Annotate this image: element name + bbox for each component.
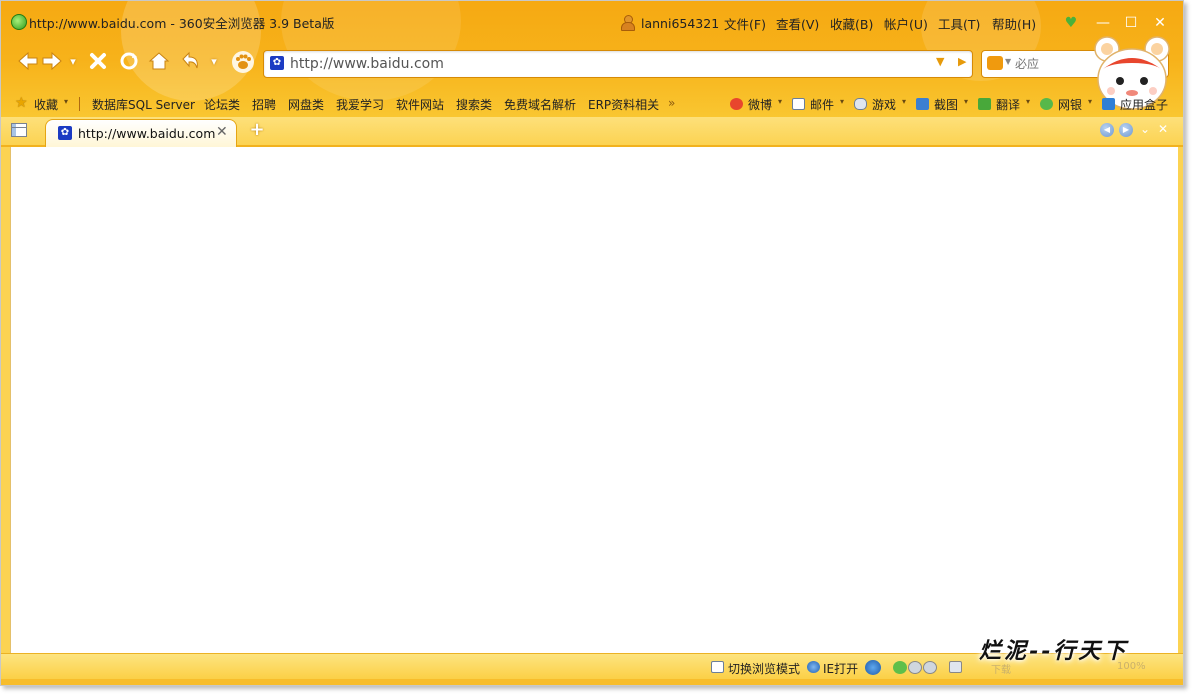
bookmark-item[interactable]: 数据库SQL Server [92, 96, 195, 113]
ie-open-button[interactable]: IE打开 [823, 660, 858, 677]
dropdown-icon[interactable]: ▾ [1088, 97, 1092, 106]
browser-logo-icon [11, 14, 27, 30]
minimize-button[interactable]: — [1095, 15, 1111, 31]
tool-ebank[interactable]: 网银 [1058, 96, 1082, 113]
ie-icon [807, 661, 820, 673]
undo-dropdown-icon[interactable]: ▾ [207, 50, 221, 74]
go-icon[interactable]: ▶ [958, 55, 966, 68]
tab-active[interactable]: ✿ http://www.baidu.com ✕ [45, 119, 237, 147]
sidebar-toggle-icon[interactable] [11, 123, 27, 137]
divider [79, 97, 80, 111]
dropdown-icon[interactable]: ▾ [902, 97, 906, 106]
new-tab-button[interactable]: + [249, 121, 265, 139]
tool-weibo[interactable]: 微博 [748, 96, 772, 113]
dropdown-icon[interactable]: ▾ [1026, 97, 1030, 106]
user-icon[interactable] [621, 15, 635, 31]
engine-dropdown-icon[interactable]: ▼ [1005, 57, 1011, 66]
home-icon [148, 52, 170, 70]
bookmark-item[interactable]: 网盘类 [288, 96, 324, 113]
tab-scroll-right-icon[interactable]: ▶ [1119, 123, 1133, 137]
tool-games[interactable]: 游戏 [872, 96, 896, 113]
baidu-favicon-icon: ✿ [270, 56, 284, 70]
favorites-menu[interactable]: 收藏 [34, 96, 58, 113]
close-button[interactable]: ✕ [1152, 15, 1168, 31]
tab-close-icon[interactable]: ✕ [216, 124, 228, 140]
stop-icon [90, 53, 106, 69]
forward-arrow-icon [42, 51, 62, 71]
left-border [1, 147, 10, 653]
back-button[interactable] [17, 50, 39, 74]
folder-icon [711, 661, 724, 673]
tool-mail[interactable]: 邮件 [810, 96, 834, 113]
refresh-icon [120, 52, 138, 70]
url-dropdown-icon[interactable]: ▼ [936, 55, 944, 68]
app-box-icon [1102, 98, 1115, 110]
tab-close-all-icon[interactable]: ✕ [1158, 122, 1168, 136]
menu-view[interactable]: 查看(V) [776, 14, 819, 33]
baidu-favicon-icon: ✿ [58, 126, 72, 140]
undo-icon [182, 51, 198, 69]
bookmark-item[interactable]: 论坛类 [204, 96, 240, 113]
menu-favorites[interactable]: 收藏(B) [830, 14, 873, 33]
tool-app-box[interactable]: 应用盒子 [1120, 96, 1168, 113]
maximize-button[interactable]: ☐ [1123, 15, 1139, 31]
monitor-icon[interactable] [949, 661, 962, 673]
bookmark-item[interactable]: 软件网站 [396, 96, 444, 113]
tab-scroll-left-icon[interactable]: ◀ [1100, 123, 1114, 137]
menu-help[interactable]: 帮助(H) [992, 14, 1036, 33]
back-arrow-icon [18, 51, 38, 71]
bookmark-item[interactable]: 免费域名解析 [504, 96, 576, 113]
window-title: http://www.baidu.com - 360安全浏览器 3.9 Beta… [29, 16, 335, 31]
username[interactable]: lanni654321 [641, 16, 719, 31]
watermark-text: 烂泥--行天下 [979, 638, 1129, 664]
menu-tools[interactable]: 工具(T) [938, 14, 980, 33]
bottom-border [1, 679, 1183, 685]
tool-translate[interactable]: 翻译 [996, 96, 1020, 113]
refresh-button[interactable] [118, 50, 140, 74]
bookmark-item[interactable]: ERP资料相关 [588, 96, 659, 113]
translate-icon [978, 98, 991, 110]
url-input[interactable] [290, 55, 890, 73]
stop-button[interactable] [87, 50, 109, 74]
forward-button[interactable] [41, 50, 63, 74]
bookmarks-more-button[interactable]: » [668, 96, 675, 110]
menu-file[interactable]: 文件(F) [724, 14, 766, 33]
tab-title: http://www.baidu.com [78, 126, 216, 141]
security-icon[interactable] [865, 660, 881, 675]
tab-list-icon[interactable]: ⌄ [1140, 122, 1150, 136]
tool-screenshot[interactable]: 截图 [934, 96, 958, 113]
status-light-icon[interactable] [908, 661, 922, 674]
bookmark-item[interactable]: 招聘 [252, 96, 276, 113]
right-border [1178, 147, 1183, 653]
weibo-icon [730, 98, 743, 110]
dropdown-icon[interactable]: ▾ [840, 97, 844, 106]
undo-close-button[interactable] [179, 50, 201, 74]
baidu-paw-button[interactable] [231, 50, 255, 74]
address-bar[interactable]: ✿ ▼ ▶ [263, 50, 973, 78]
tab-bar: ✿ http://www.baidu.com ✕ + ◀ ▶ ⌄ ✕ [1, 117, 1183, 147]
status-light-icon[interactable] [893, 661, 907, 674]
favorites-dropdown-icon[interactable]: ▾ [64, 97, 68, 106]
bookmarks-bar: ★ 收藏 ▾ 数据库SQL Server 论坛类 招聘 网盘类 我爱学习 软件网… [1, 91, 1183, 117]
status-light-icon[interactable] [923, 661, 937, 674]
screenshot-icon [916, 98, 929, 110]
page-content[interactable] [10, 147, 1179, 653]
history-dropdown-icon[interactable]: ▾ [66, 50, 80, 74]
dropdown-icon[interactable]: ▾ [964, 97, 968, 106]
home-button[interactable] [148, 50, 170, 74]
bank-icon [1040, 98, 1053, 110]
bookmark-item[interactable]: 搜索类 [456, 96, 492, 113]
bookmark-item[interactable]: 我爱学习 [336, 96, 384, 113]
mail-icon [792, 98, 805, 110]
skin-icon[interactable]: ♥ [1063, 15, 1079, 31]
favorites-star-icon[interactable]: ★ [15, 95, 28, 111]
switch-mode-button[interactable]: 切换浏览模式 [728, 660, 800, 677]
dropdown-icon[interactable]: ▾ [778, 97, 782, 106]
bing-logo-icon[interactable] [987, 56, 1003, 70]
menu-account[interactable]: 帐户(U) [884, 14, 928, 33]
title-bar[interactable]: http://www.baidu.com - 360安全浏览器 3.9 Beta… [1, 1, 1183, 39]
gamepad-icon [854, 98, 867, 110]
paw-icon [232, 51, 254, 73]
browser-window: http://www.baidu.com - 360安全浏览器 3.9 Beta… [0, 0, 1184, 686]
